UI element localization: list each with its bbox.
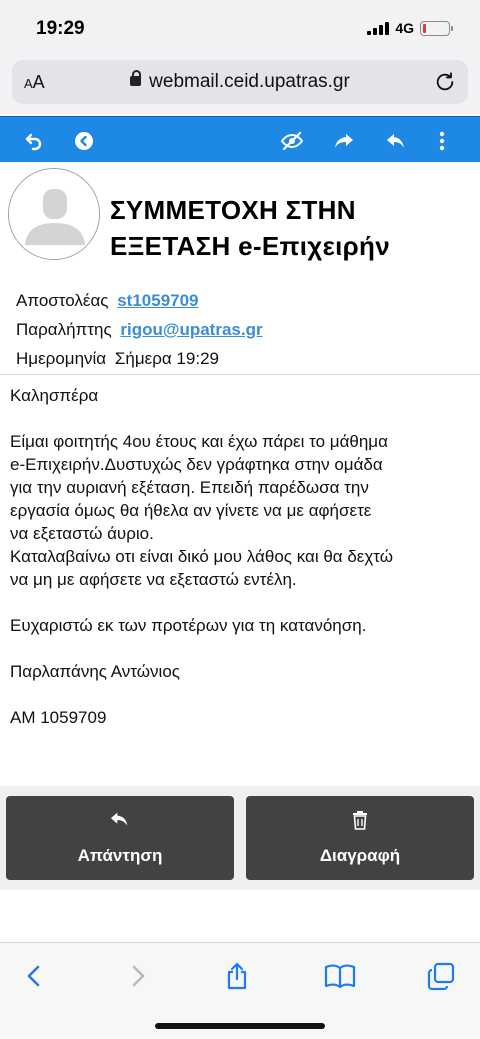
email-paragraph: Είμαι φοιτητής 4ου έτους και έχω πάρει τ… — [10, 432, 394, 589]
action-area: Απάντηση Διαγραφή — [0, 786, 480, 890]
undo-icon[interactable] — [22, 129, 46, 153]
avatar — [8, 168, 100, 260]
browser-bottom-bar — [0, 942, 480, 1039]
sender-label: Αποστολέας — [16, 291, 109, 310]
header-divider — [0, 374, 480, 375]
more-vert-icon[interactable] — [430, 129, 454, 153]
email-thanks: Ευχαριστώ εκ των προτέρων για τη κατανόη… — [10, 616, 367, 635]
home-indicator — [155, 1023, 325, 1029]
eye-off-icon[interactable] — [280, 129, 304, 153]
date-label: Ημερομηνία — [16, 349, 107, 368]
battery-icon — [420, 20, 453, 36]
reply-icon — [6, 810, 234, 835]
url-display[interactable]: webmail.ceid.upatras.gr — [12, 70, 468, 93]
reply-button-label: Απάντηση — [77, 846, 163, 865]
status-bar: 19:29 4G — [0, 0, 480, 56]
network-type: 4G — [395, 20, 414, 36]
email-signature-name: Παρλαπάνης Αντώνιος — [10, 662, 180, 681]
delete-button-label: Διαγραφή — [319, 846, 401, 865]
chevron-left-icon[interactable] — [20, 961, 50, 991]
recipient-label: Παραλήπτης — [16, 320, 112, 339]
email-header: ΣΥΜΜΕΤΟΧΗ ΣΤΗΝ ΕΞΕΤΑΣΗ e-Επιχειρήν — [0, 162, 480, 282]
reply-button[interactable]: Απάντηση — [6, 796, 234, 880]
reload-icon[interactable] — [434, 71, 456, 98]
trash-icon — [246, 810, 474, 835]
address-bar[interactable]: AA webmail.ceid.upatras.gr — [12, 60, 468, 104]
back-circle-icon[interactable] — [72, 129, 96, 153]
date-row: Ημερομηνία Σήμερα 19:29 — [16, 346, 476, 375]
recipient-row: Παραλήπτης rigou@upatras.gr — [16, 317, 476, 346]
bookmarks-icon[interactable] — [324, 961, 356, 991]
date-value: Σήμερα 19:29 — [114, 349, 219, 368]
lock-icon — [130, 70, 142, 86]
email-subject: ΣΥΜΜΕΤΟΧΗ ΣΤΗΝ ΕΞΕΤΑΣΗ e-Επιχειρήν — [110, 195, 390, 261]
email-body: Καλησπέρα Είμαι φοιτητής 4ου έτους και έ… — [10, 384, 476, 752]
email-greeting: Καλησπέρα — [10, 386, 99, 405]
tabs-icon[interactable] — [426, 961, 456, 991]
url-text: webmail.ceid.upatras.gr — [149, 71, 350, 92]
sender-link[interactable]: st1059709 — [117, 291, 198, 310]
browser-address-area: AA webmail.ceid.upatras.gr — [0, 56, 480, 114]
forward-icon[interactable] — [332, 129, 356, 153]
recipient-link[interactable]: rigou@upatras.gr — [120, 320, 262, 339]
person-placeholder-icon — [9, 169, 99, 259]
status-time: 19:29 — [36, 18, 85, 39]
sender-row: Αποστολέας st1059709 — [16, 288, 476, 317]
email-signature-id: ΑΜ 1059709 — [10, 708, 107, 727]
share-icon[interactable] — [222, 961, 252, 991]
chevron-right-icon[interactable] — [122, 961, 152, 991]
delete-button[interactable]: Διαγραφή — [246, 796, 474, 880]
status-indicators: 4G — [367, 20, 453, 36]
signal-icon — [367, 21, 390, 35]
reply-icon[interactable] — [384, 129, 408, 153]
mail-toolbar — [0, 116, 480, 162]
email-meta: Αποστολέας st1059709 Παραλήπτης rigou@up… — [16, 288, 476, 375]
